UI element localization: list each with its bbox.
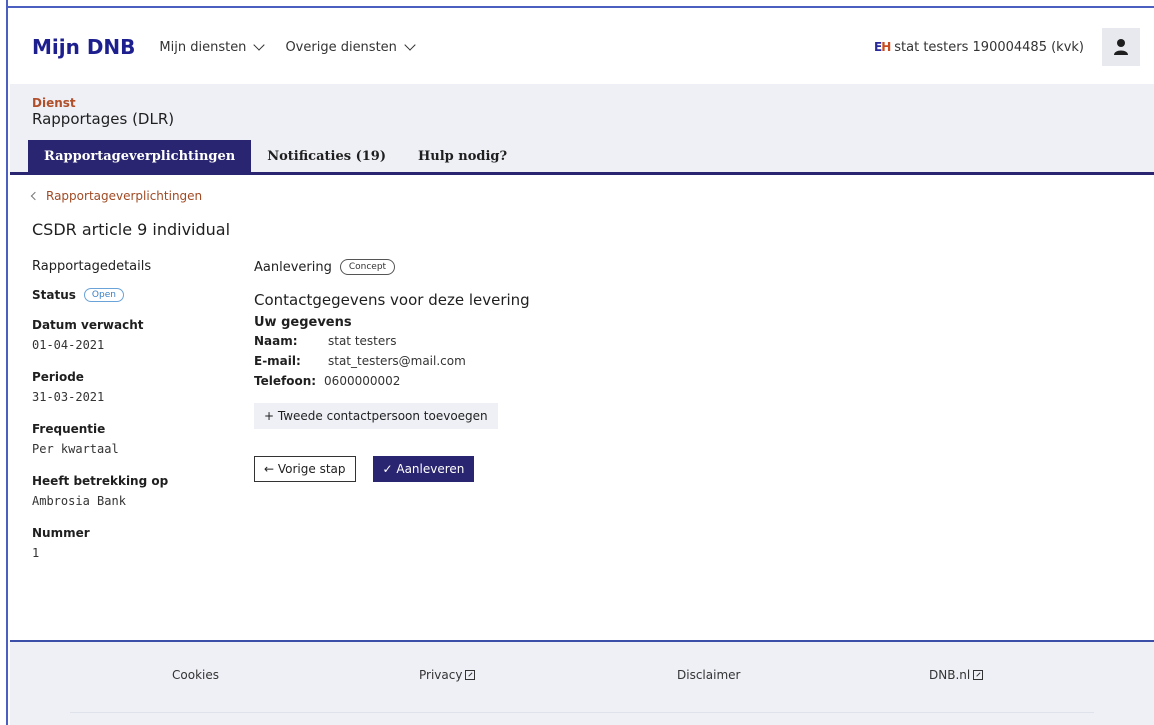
contact-email-row: E-mail: stat_testers@mail.com [254, 353, 854, 369]
contact-title: Contactgegevens voor deze levering [254, 291, 530, 309]
contact-name-row: Naam: stat testers [254, 333, 854, 349]
submission-heading-row: Aanlevering Concept [254, 259, 854, 275]
tab-bar: Rapportageverplichtingen Notificaties (1… [28, 140, 523, 172]
tab-hulp-nodig[interactable]: Hulp nodig? [402, 140, 523, 172]
detail-datum-verwacht: Datum verwacht 01-04-2021 [32, 318, 232, 353]
phone-value: 0600000002 [324, 374, 401, 388]
footer-divider [70, 712, 1094, 713]
detail-value: 1 [32, 546, 40, 560]
detail-value: Ambrosia Bank [32, 494, 126, 508]
footer-link-label: Disclaimer [677, 668, 741, 682]
footer-link-dnb[interactable]: DNB.nl [929, 668, 984, 682]
breadcrumb[interactable]: Rapportageverplichtingen [30, 189, 203, 203]
detail-value: Per kwartaal [32, 442, 119, 456]
detail-nummer: Nummer 1 [32, 526, 232, 561]
detail-value: 01-04-2021 [32, 338, 105, 352]
action-buttons: ← Vorige stap ✓ Aanleveren [254, 456, 854, 482]
footer-link-label: DNB.nl [929, 668, 971, 682]
your-data-heading: Uw gegevens [254, 315, 352, 330]
status-row: Status Open [32, 288, 232, 302]
footer-link-label: Privacy [419, 668, 463, 682]
nav-label: Mijn diensten [159, 39, 247, 55]
detail-value: 31-03-2021 [32, 390, 105, 404]
add-second-contact-button[interactable]: + Tweede contactpersoon toevoegen [254, 403, 498, 429]
nav-label: Overige diensten [285, 39, 397, 55]
chevron-down-icon [253, 38, 266, 51]
nav-overige-diensten[interactable]: Overige diensten [285, 38, 416, 55]
page-title: CSDR article 9 individual [32, 220, 231, 239]
organisation-label: stat testers 190004485 (kvk) [894, 39, 1084, 55]
tab-notificaties[interactable]: Notificaties (19) [251, 140, 402, 172]
name-label: Naam: [254, 334, 298, 348]
service-title: Rapportages (DLR) [32, 110, 175, 128]
brand-logo[interactable]: Mijn DNB [32, 35, 135, 59]
organisation-switcher[interactable]: EH stat testers 190004485 (kvk) [874, 40, 1084, 55]
external-link-icon [973, 670, 984, 680]
top-bar: Mijn DNB Mijn diensten Overige diensten … [10, 10, 1154, 84]
footer-link-disclaimer[interactable]: Disclaimer [677, 668, 740, 682]
detail-periode: Periode 31-03-2021 [32, 370, 232, 405]
detail-label: Datum verwacht [32, 318, 144, 332]
detail-label: Heeft betrekking op [32, 474, 169, 488]
service-kicker: Dienst [32, 96, 76, 110]
submit-button[interactable]: ✓ Aanleveren [372, 456, 475, 482]
detail-label: Nummer [32, 526, 90, 540]
detail-frequentie: Frequentie Per kwartaal [32, 422, 232, 457]
details-heading: Rapportagedetails [32, 259, 152, 274]
concept-badge: Concept [339, 259, 396, 275]
submission-heading: Aanlevering [254, 259, 332, 275]
page: Mijn DNB Mijn diensten Overige diensten … [10, 10, 1154, 725]
phone-label: Telefoon: [254, 374, 317, 388]
name-value: stat testers [328, 334, 397, 348]
footer-link-label: Cookies [172, 668, 219, 682]
chevron-left-icon [30, 191, 40, 201]
detail-label: Periode [32, 370, 84, 384]
window-frame-left [0, 0, 8, 725]
previous-step-button[interactable]: ← Vorige stap [254, 456, 356, 482]
email-label: E-mail: [254, 354, 301, 368]
status-label: Status [32, 288, 76, 302]
tab-rapportageverplichtingen[interactable]: Rapportageverplichtingen [28, 140, 252, 172]
status-badge: Open [83, 288, 124, 302]
footer: Cookies Privacy Disclaimer DNB.nl [10, 640, 1154, 725]
external-link-icon [465, 670, 476, 680]
detail-label: Frequentie [32, 422, 106, 436]
window-frame-top [8, 0, 1154, 8]
detail-betrekking: Heeft betrekking op Ambrosia Bank [32, 474, 232, 509]
breadcrumb-label: Rapportageverplichtingen [46, 189, 203, 203]
submission-panel: Aanlevering Concept Contactgegevens voor… [254, 259, 854, 482]
report-details: Rapportagedetails Status Open Datum verw… [32, 259, 232, 578]
contact-phone-row: Telefoon: 0600000002 [254, 373, 854, 389]
service-header: Dienst Rapportages (DLR) Rapportageverpl… [10, 84, 1154, 172]
chevron-down-icon [404, 38, 416, 51]
eh-logo-icon: EH [874, 40, 891, 54]
nav-mijn-diensten[interactable]: Mijn diensten [159, 38, 266, 55]
user-icon [1114, 39, 1128, 55]
main-content: Rapportageverplichtingen CSDR article 9 … [10, 175, 1154, 641]
footer-link-privacy[interactable]: Privacy [419, 668, 476, 682]
footer-link-cookies[interactable]: Cookies [172, 668, 219, 682]
email-value: stat_testers@mail.com [328, 354, 466, 368]
user-menu-button[interactable] [1102, 28, 1140, 66]
